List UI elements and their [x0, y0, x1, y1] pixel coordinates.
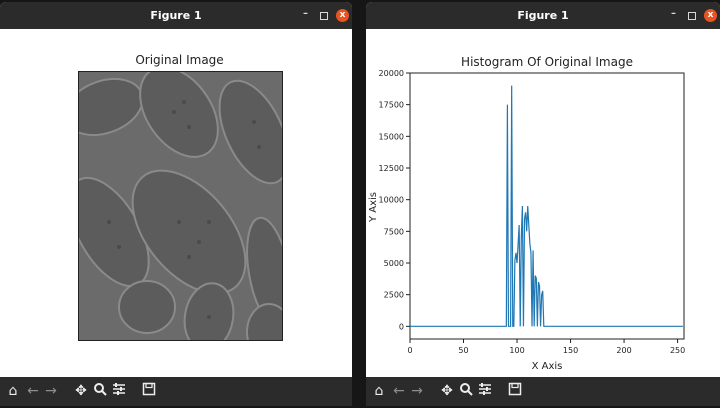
- x-tick-label: 50: [458, 346, 468, 355]
- y-tick-label: 5000: [384, 259, 404, 268]
- y-tick-label: 15000: [379, 132, 404, 141]
- figure-window-right: Figure 1 – x Histogram Of Original Image…: [366, 2, 720, 406]
- figure-canvas: Histogram Of Original Image 0 2500 5000 750…: [366, 29, 720, 377]
- back-arrow-icon[interactable]: ←: [390, 382, 408, 400]
- home-icon[interactable]: ⌂: [4, 382, 22, 400]
- maximize-icon: [687, 12, 696, 20]
- histogram-chart: Histogram Of Original Image 025005000750…: [368, 55, 685, 372]
- x-tick-label: 0: [407, 346, 412, 355]
- y-tick-label: 17500: [379, 101, 404, 110]
- maximize-icon: [319, 12, 328, 20]
- y-tick-label: 0: [399, 322, 404, 331]
- title-bar[interactable]: Figure 1 – x: [0, 2, 352, 29]
- configure-subplots-icon[interactable]: [110, 382, 128, 400]
- forward-arrow-icon[interactable]: →: [408, 382, 426, 400]
- axes-frame: [409, 72, 685, 340]
- configure-subplots-icon[interactable]: [476, 382, 494, 400]
- y-tick-label: 7500: [384, 227, 404, 236]
- title-bar[interactable]: Figure 1 – x: [366, 2, 720, 29]
- y-tick-label: 20000: [379, 69, 404, 78]
- pan-icon[interactable]: ✥: [438, 382, 456, 400]
- plot-title: Original Image: [135, 53, 224, 67]
- histogram-line: [410, 85, 683, 327]
- figure-canvas: Original Image: [0, 29, 352, 377]
- x-axis-label: X Axis: [532, 361, 563, 372]
- navigation-toolbar: ⌂ ← → ✥: [0, 377, 352, 406]
- original-image: [78, 71, 283, 341]
- x-tick-label: 150: [563, 346, 578, 355]
- x-tick-label: 100: [509, 346, 524, 355]
- pan-icon[interactable]: ✥: [72, 382, 90, 400]
- zoom-icon[interactable]: [91, 382, 109, 400]
- save-icon[interactable]: [140, 382, 158, 400]
- close-button[interactable]: x: [704, 9, 717, 22]
- pollen-grains-image: [79, 72, 282, 340]
- y-tick-label: 2500: [384, 291, 404, 300]
- x-tick-label: 250: [670, 346, 685, 355]
- x-tick-label: 200: [616, 346, 631, 355]
- figure-window-left: Figure 1 – x Original Image ⌂ ← → ✥: [0, 2, 352, 406]
- maximize-button[interactable]: [685, 9, 698, 22]
- y-tick-label: 12500: [379, 164, 404, 173]
- window-title: Figure 1: [517, 9, 569, 22]
- y-axis-label: Y Axis: [368, 192, 379, 223]
- minimize-button[interactable]: –: [667, 9, 680, 22]
- y-tick-label: 10000: [379, 196, 404, 205]
- maximize-button[interactable]: [317, 9, 330, 22]
- minimize-button[interactable]: –: [299, 9, 312, 22]
- close-button[interactable]: x: [336, 9, 349, 22]
- home-icon[interactable]: ⌂: [370, 382, 388, 400]
- back-arrow-icon[interactable]: ←: [24, 382, 42, 400]
- plot-title: Histogram Of Original Image: [461, 55, 633, 69]
- window-title: Figure 1: [150, 9, 202, 22]
- zoom-icon[interactable]: [457, 382, 475, 400]
- forward-arrow-icon[interactable]: →: [42, 382, 60, 400]
- save-icon[interactable]: [506, 382, 524, 400]
- navigation-toolbar: ⌂ ← → ✥: [366, 377, 720, 406]
